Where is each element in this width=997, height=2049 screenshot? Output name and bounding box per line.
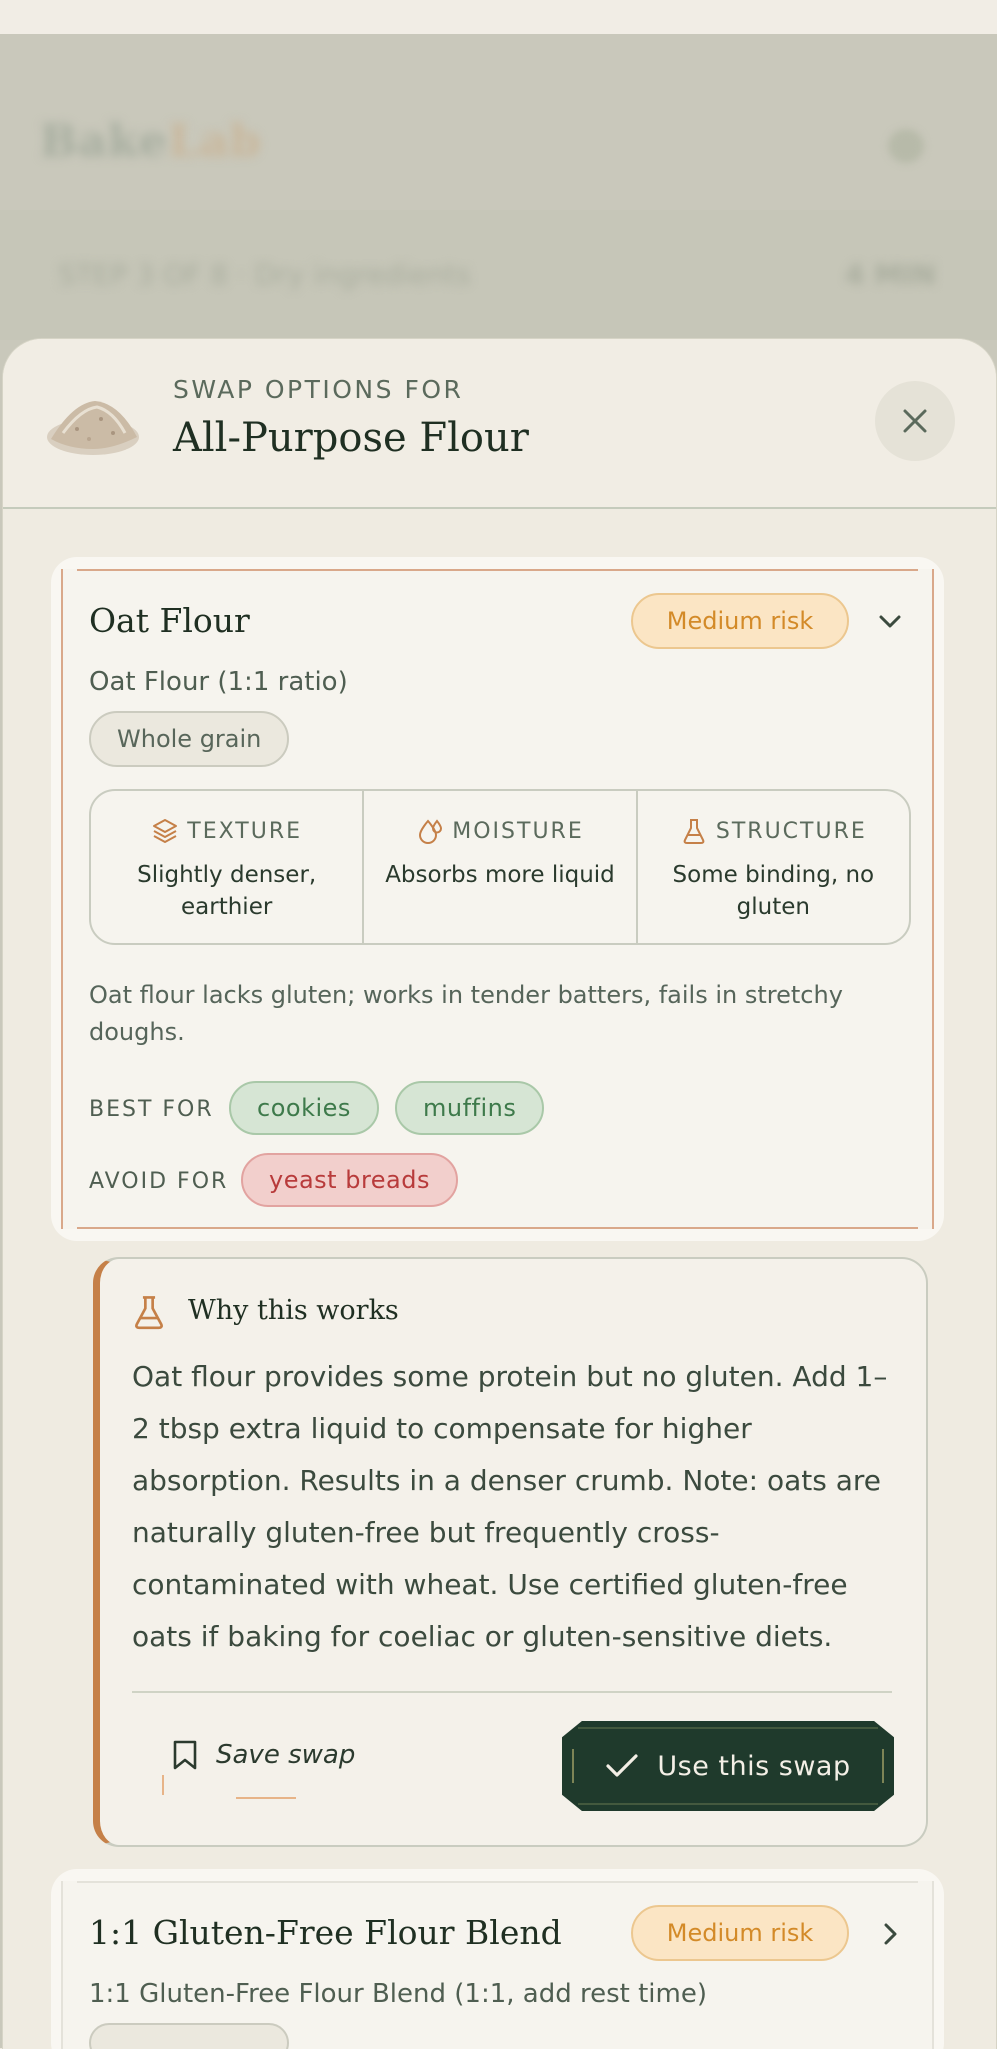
option-description: Oat flour lacks gluten; works in tender … [89,981,843,1046]
property-value: Some binding, no gluten [672,862,875,920]
decor-underline [236,1797,296,1799]
flask-icon [683,819,705,844]
property-label: STRUCTURE [715,818,867,844]
grain-tag [89,2023,289,2049]
save-label: Save swap [216,1740,356,1770]
button-frame-left [572,1749,574,1783]
flask-icon [135,1296,163,1330]
property-label: TEXTURE [187,818,303,844]
swap-option-oat-flour[interactable]: Oat Flour Medium risk Oat Flour (1:1 rat… [61,569,934,1229]
divider [132,1691,892,1693]
property-structure: STRUCTURE Some binding, no gluten [638,791,909,943]
why-text: Oat flour provides some protein but no g… [132,1360,888,1653]
option-subline: 1:1 Gluten-Free Flour Blend (1:1, add re… [89,1979,707,2009]
property-value: Slightly denser, earthier [137,862,317,920]
decor-tick [162,1775,164,1795]
swap-sheet: SWAP OPTIONS FOR All-Purpose Flour Oat F… [2,338,997,2049]
option-subline: Oat Flour (1:1 ratio) [89,667,348,697]
sheet-kicker: SWAP OPTIONS FOR [173,375,464,404]
option-name: Oat Flour [89,601,250,640]
avoid-for-label: AVOID FOR [89,1169,229,1194]
best-for-pill: muffins [395,1081,545,1135]
grain-tag: Whole grain [89,711,290,767]
sheet-title: All-Purpose Flour [173,415,529,461]
status-strip [0,0,997,34]
use-swap-button[interactable]: Use this swap [562,1721,894,1811]
swap-option-gf-blend[interactable]: 1:1 Gluten-Free Flour Blend Medium risk … [61,1881,934,2049]
app-logo: BakeLab [40,116,262,167]
button-frame [578,1727,878,1805]
property-texture: TEXTURE Slightly denser, earthier [91,791,365,943]
save-swap-button[interactable]: Save swap [172,1739,355,1771]
close-button[interactable] [875,381,955,461]
step-time: 4 MIN [845,258,936,291]
property-value: Absorbs more liquid [385,862,615,888]
property-label: MOISTURE [452,818,584,844]
flour-image [47,401,139,455]
sheet-header: SWAP OPTIONS FOR All-Purpose Flour [3,339,996,509]
chevron-right-icon[interactable] [875,1919,905,1949]
close-icon [903,409,927,433]
avoid-for-pill: yeast breads [241,1153,459,1207]
app-header: BakeLab [0,34,997,194]
bookmark-icon [173,1740,197,1770]
layers-icon [153,819,178,843]
why-title: Why this works [188,1295,399,1326]
droplet-icon [419,819,443,844]
best-for-pill: cookies [229,1081,379,1135]
button-frame-right [882,1749,884,1783]
best-for-label: BEST FOR [89,1097,214,1122]
step-label: STEP 3 OF 8 · Dry ingredients [58,258,471,291]
risk-badge: Medium risk [631,1905,849,1961]
risk-badge: Medium risk [631,593,849,649]
chevron-down-icon[interactable] [875,607,905,637]
why-panel: Why this works Oat flour provides some p… [93,1257,928,1847]
menu-icon [888,129,924,163]
option-name: 1:1 Gluten-Free Flour Blend [89,1913,562,1952]
property-grid: TEXTURE Slightly denser, earthier MOISTU… [89,789,911,945]
property-moisture: MOISTURE Absorbs more liquid [364,791,638,943]
